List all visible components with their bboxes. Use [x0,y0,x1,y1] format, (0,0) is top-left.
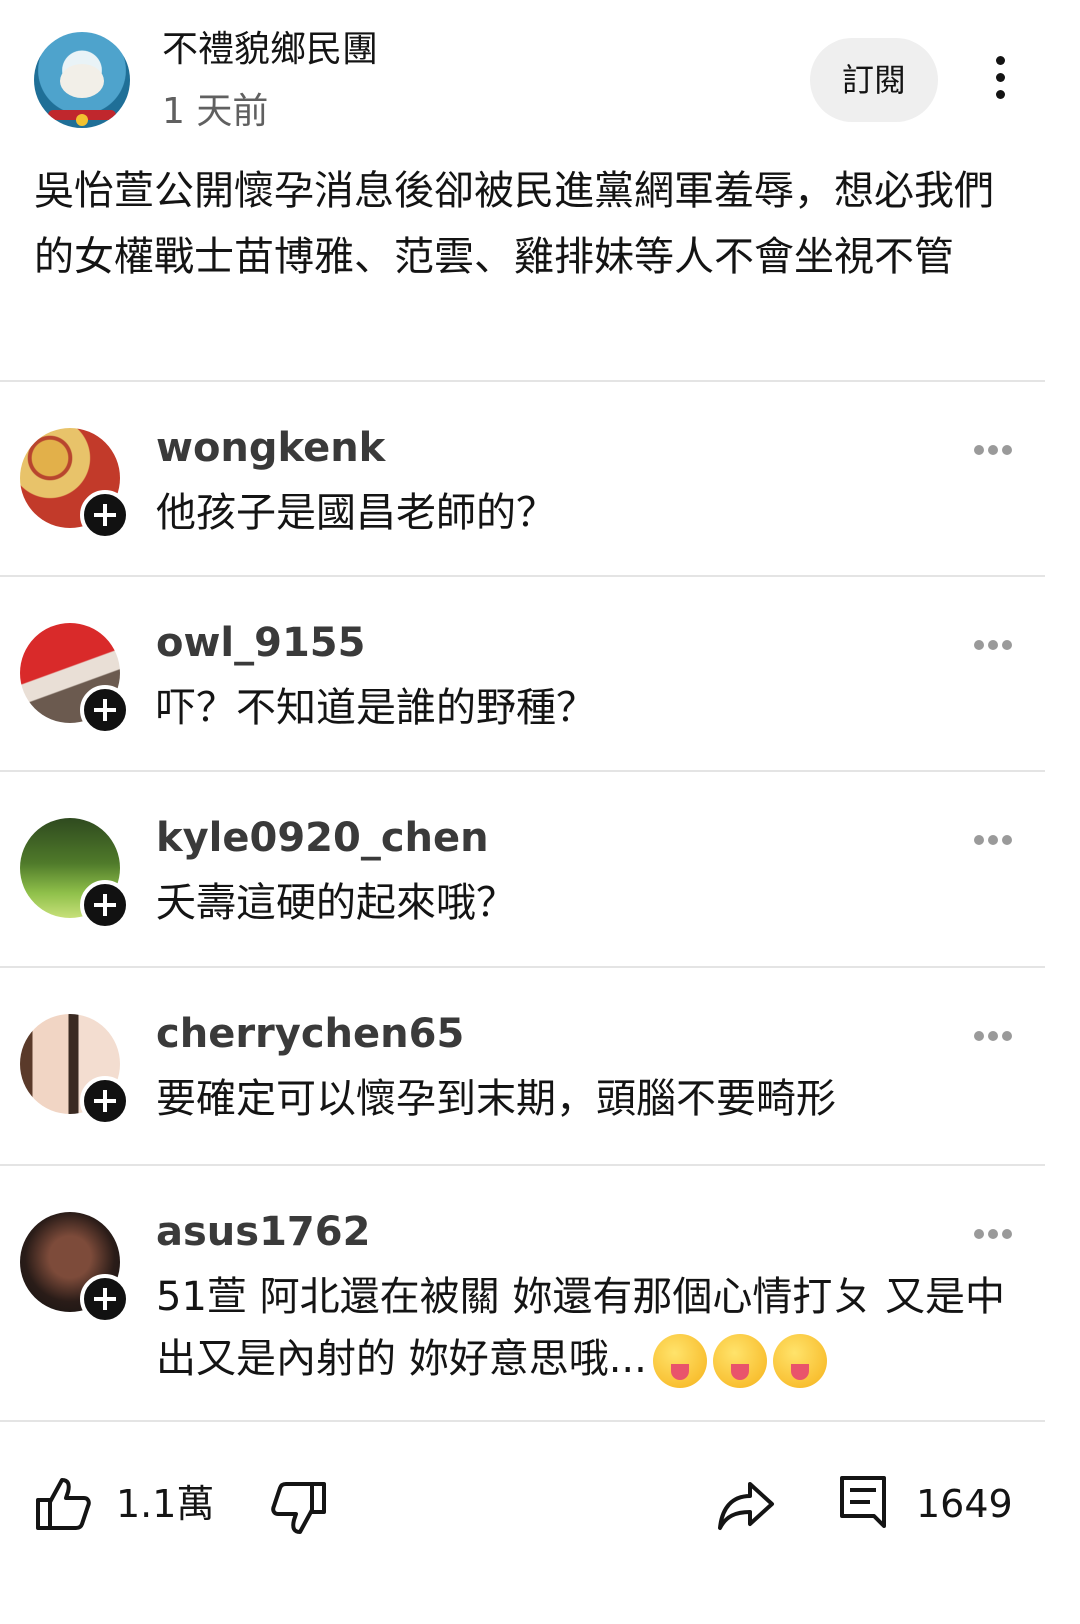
comment-more-icon[interactable] [974,1224,1018,1239]
dislike-thumbs-down-icon[interactable] [270,1480,328,1538]
follow-plus-icon[interactable] [80,1076,130,1126]
comment-item: kyle0920_chen 夭壽這硬的起來哦？ [0,772,1045,966]
comment-item: wongkenk 他孩子是國昌老師的？ [0,382,1045,575]
more-options-icon[interactable] [982,56,1018,104]
post-header: 不禮貌鄉民團 1 天前 訂閱 [0,0,1080,150]
post-time: 1 天前 [162,91,269,132]
divider [0,1420,1045,1422]
tongue-out-emoji-icon [712,1334,767,1388]
post-body: 吳怡萱公開懷孕消息後卻被民進黨網軍羞辱，想必我們的女權戰士苗博雅、范雲、雞排妹等… [34,168,994,280]
comment-username[interactable]: cherrychen65 [156,1008,464,1060]
follow-plus-icon[interactable] [80,685,130,735]
comment-more-icon[interactable] [974,440,1018,455]
comment-item: cherrychen65 要確定可以懷孕到末期，頭腦不要畸形 [0,968,1045,1164]
action-bar: 1.1萬 1649 [0,1440,1080,1570]
comment-username[interactable]: wongkenk [156,422,385,474]
follow-plus-icon[interactable] [80,490,130,540]
comment-item: asus1762 51萱 阿北還在被關 妳還有那個心情打ㄆ 又是中出又是內射的 … [0,1166,1045,1420]
comment-username[interactable]: owl_9155 [156,617,365,669]
follow-plus-icon[interactable] [80,1274,130,1324]
comment-text: 51萱 阿北還在被關 妳還有那個心情打ㄆ 又是中出又是內射的 妳好意思哦... [156,1266,1026,1390]
tongue-out-emoji-icon [772,1334,827,1388]
comment-text: 要確定可以懷孕到末期，頭腦不要畸形 [156,1076,836,1122]
comment-icon[interactable] [838,1474,888,1532]
comment-text: 他孩子是國昌老師的？ [156,490,556,536]
comment-more-icon[interactable] [974,635,1018,650]
comment-text: 吓？不知道是誰的野種？ [156,685,596,731]
comment-item: owl_9155 吓？不知道是誰的野種？ [0,577,1045,770]
subscribe-button[interactable]: 訂閱 [810,38,938,122]
comment-username[interactable]: kyle0920_chen [156,812,489,864]
tongue-out-emoji-icon [652,1334,707,1388]
share-icon[interactable] [716,1478,776,1532]
comment-count: 1649 [916,1482,1013,1526]
comment-text-content: 51萱 阿北還在被關 妳還有那個心情打ㄆ 又是中出又是內射的 妳好意思哦... [156,1274,1006,1382]
comment-more-icon[interactable] [974,1026,1018,1041]
comment-more-icon[interactable] [974,830,1018,845]
like-count: 1.1萬 [116,1482,215,1526]
channel-name[interactable]: 不禮貌鄉民團 [162,28,378,72]
comment-username[interactable]: asus1762 [156,1206,370,1258]
comment-text: 夭壽這硬的起來哦？ [156,880,516,926]
channel-avatar[interactable] [34,32,130,128]
like-thumbs-up-icon[interactable] [34,1474,92,1532]
follow-plus-icon[interactable] [80,880,130,930]
